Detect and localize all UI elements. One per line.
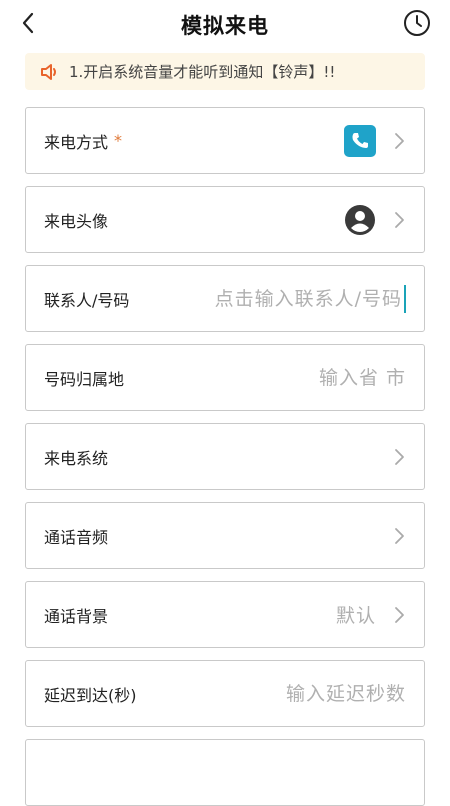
history-button[interactable] [402,8,432,38]
required-marker: * [114,131,123,150]
call-avatar-label: 来电头像 [44,211,109,231]
contact-input[interactable] [172,287,402,310]
location-input[interactable] [176,366,406,389]
user-avatar-icon [344,204,376,236]
next-row-partial[interactable] [25,739,425,806]
chevron-right-icon [394,527,406,545]
phone-icon [344,124,376,157]
call-method-row[interactable]: 来电方式 * [25,107,425,174]
chevron-right-icon [394,211,406,229]
call-audio-row[interactable]: 通话音频 [25,502,425,569]
text-cursor [404,284,406,313]
location-row[interactable]: 号码归属地 [25,344,425,411]
call-background-value: 默认 [335,605,376,627]
notice-text: 1.开启系统音量才能听到通知【铃声】!! [69,63,336,81]
call-method-label: 来电方式 [44,132,109,152]
page-title: 模拟来电 [181,14,269,38]
delay-input[interactable] [176,682,406,705]
chevron-right-icon [394,132,406,150]
delay-label: 延迟到达(秒) [44,685,137,705]
chevron-right-icon [394,606,406,624]
call-background-row[interactable]: 通话背景 默认 [25,581,425,648]
contact-label: 联系人/号码 [44,290,130,310]
clock-icon [404,10,430,36]
volume-notice-banner: 1.开启系统音量才能听到通知【铃声】!! [25,53,425,90]
speaker-icon [39,61,61,83]
chevron-right-icon [394,448,406,466]
call-system-label: 来电系统 [44,448,109,468]
header-bar: 模拟来电 [0,0,450,46]
call-audio-label: 通话音频 [44,527,109,547]
call-avatar-row[interactable]: 来电头像 [25,186,425,253]
delay-row[interactable]: 延迟到达(秒) [25,660,425,727]
call-background-label: 通话背景 [44,606,109,626]
call-system-row[interactable]: 来电系统 [25,423,425,490]
location-label: 号码归属地 [44,369,125,389]
contact-row[interactable]: 联系人/号码 [25,265,425,332]
